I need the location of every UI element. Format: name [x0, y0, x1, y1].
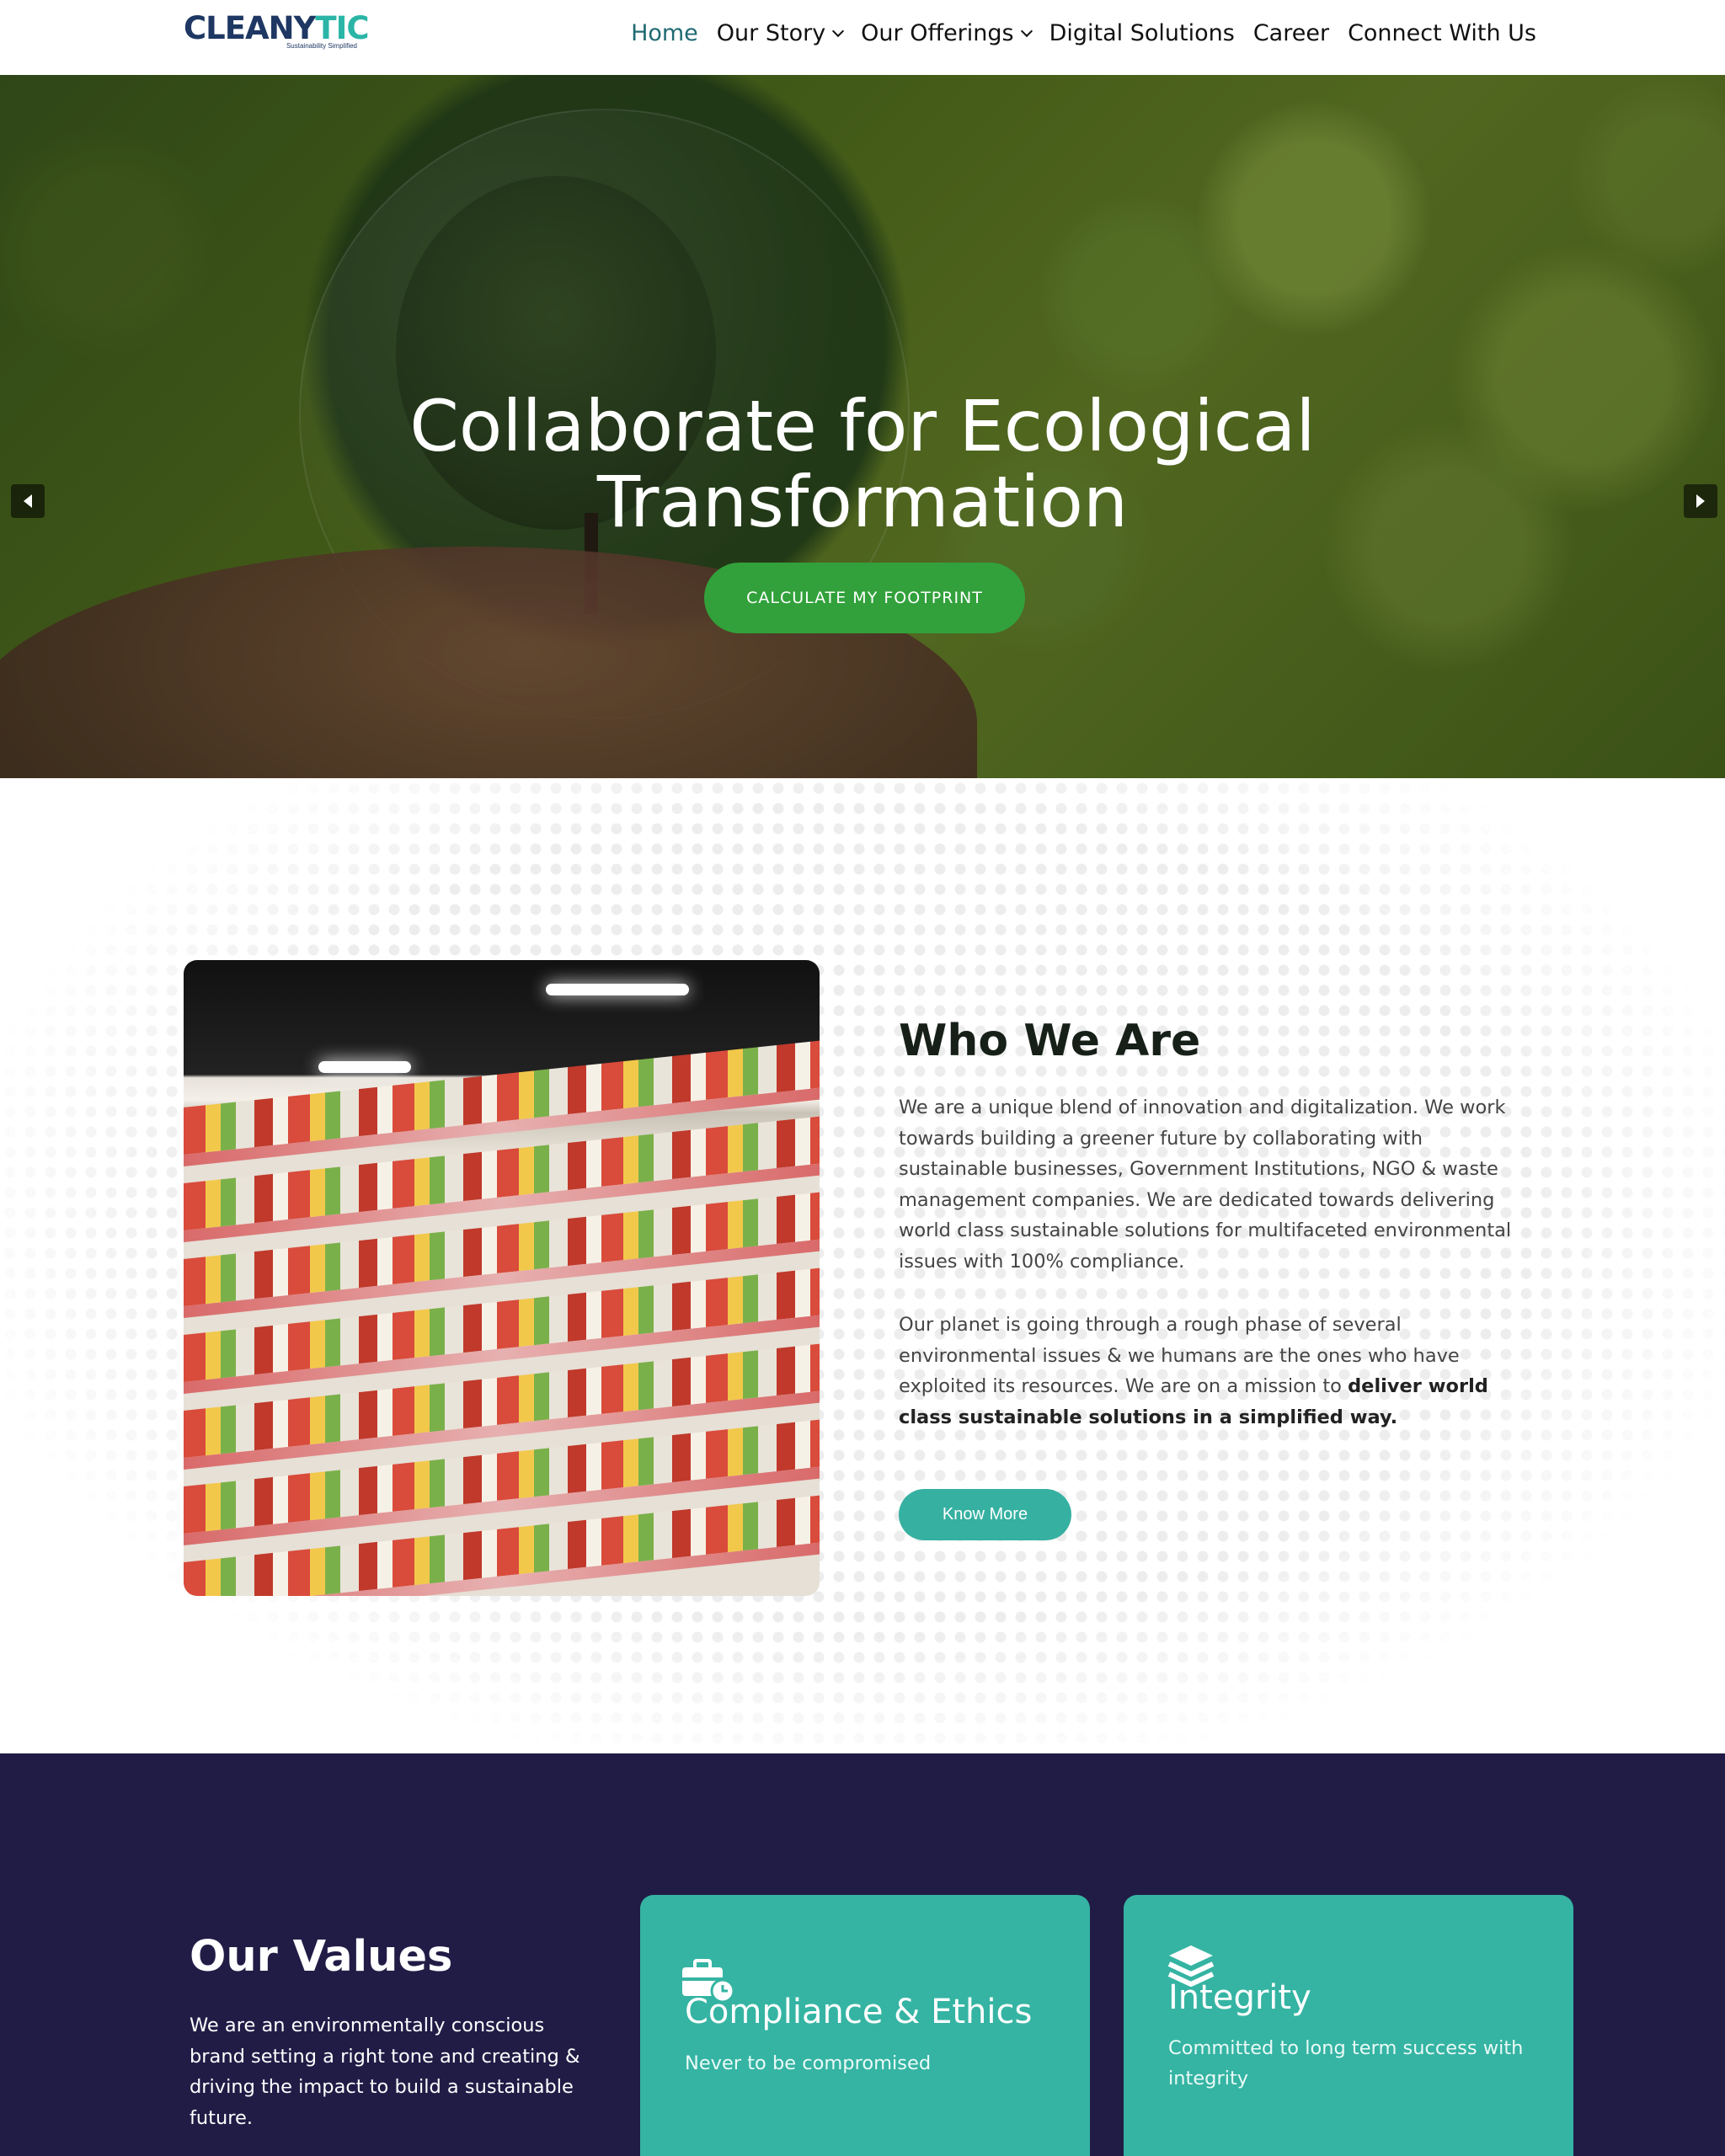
- who-we-are-paragraph-2: Our planet is going through a rough phas…: [899, 1310, 1522, 1433]
- slider-next-button[interactable]: [1684, 484, 1717, 518]
- nav-digital-solutions-label: Digital Solutions: [1049, 20, 1235, 46]
- who-we-are-title: Who We Are: [899, 1016, 1201, 1066]
- arrow-left-icon: [24, 494, 32, 508]
- hero-title-line2: Transformation: [596, 461, 1129, 543]
- know-more-button[interactable]: Know More: [899, 1489, 1071, 1540]
- value-card-title: Compliance & Ethics: [685, 1993, 1033, 2031]
- hero-title-line1: Collaborate for Ecological: [409, 385, 1316, 467]
- nav-career-label: Career: [1252, 20, 1330, 46]
- value-card-text: Committed to long term success with inte…: [1168, 2037, 1524, 2089]
- slider-prev-button[interactable]: [11, 484, 45, 518]
- logo-wordmark: CLEANY TIC: [184, 10, 370, 46]
- main-nav: Home Our Story Our Offerings Digital Sol…: [631, 17, 1536, 51]
- logo-tagline: Sustainability Simplified: [286, 42, 357, 50]
- our-values-section: Our Values We are an environmentally con…: [0, 1753, 1725, 2156]
- hero-slider: Collaborate for Ecological Transformatio…: [0, 75, 1725, 778]
- who-we-are-section: Who We Are We are a unique blend of inno…: [0, 778, 1725, 1753]
- site-header: CLEANY TIC Sustainability Simplified Home…: [0, 0, 1725, 75]
- value-card-title: Integrity: [1168, 1978, 1311, 2017]
- our-values-title: Our Values: [190, 1932, 453, 1982]
- nav-our-offerings[interactable]: Our Offerings: [861, 17, 1033, 51]
- nav-digital-solutions[interactable]: Digital Solutions: [1049, 17, 1235, 51]
- logo[interactable]: CLEANY TIC Sustainability Simplified: [184, 10, 370, 54]
- nav-our-story[interactable]: Our Story: [716, 17, 845, 51]
- ceiling-light: [546, 984, 689, 995]
- who-we-are-paragraph-1: We are a unique blend of innovation and …: [899, 1097, 1512, 1273]
- value-card-compliance: Compliance & Ethics Never to be compromi…: [640, 1895, 1090, 2156]
- supermarket-shelves-photo: [184, 960, 820, 1596]
- nav-home-label: Home: [631, 20, 698, 46]
- nav-our-story-label: Our Story: [716, 20, 826, 46]
- chevron-down-icon: [1020, 24, 1033, 38]
- nav-home[interactable]: Home: [631, 17, 698, 51]
- hero-title: Collaborate for Ecological Transformatio…: [0, 388, 1725, 540]
- value-card-text: Never to be compromised: [685, 2052, 932, 2074]
- arrow-right-icon: [1696, 494, 1705, 508]
- calculate-footprint-button[interactable]: CALCULATE MY FOOTPRINT: [704, 563, 1025, 633]
- nav-connect[interactable]: Connect With Us: [1348, 17, 1536, 51]
- nav-our-offerings-label: Our Offerings: [861, 20, 1014, 46]
- value-card-integrity: Integrity Committed to long term success…: [1124, 1895, 1573, 2156]
- ceiling-light: [318, 1061, 411, 1073]
- chevron-down-icon: [832, 24, 845, 38]
- nav-connect-label: Connect With Us: [1348, 20, 1536, 46]
- nav-career[interactable]: Career: [1253, 17, 1329, 51]
- our-values-description: We are an environmentally conscious bran…: [190, 2015, 580, 2129]
